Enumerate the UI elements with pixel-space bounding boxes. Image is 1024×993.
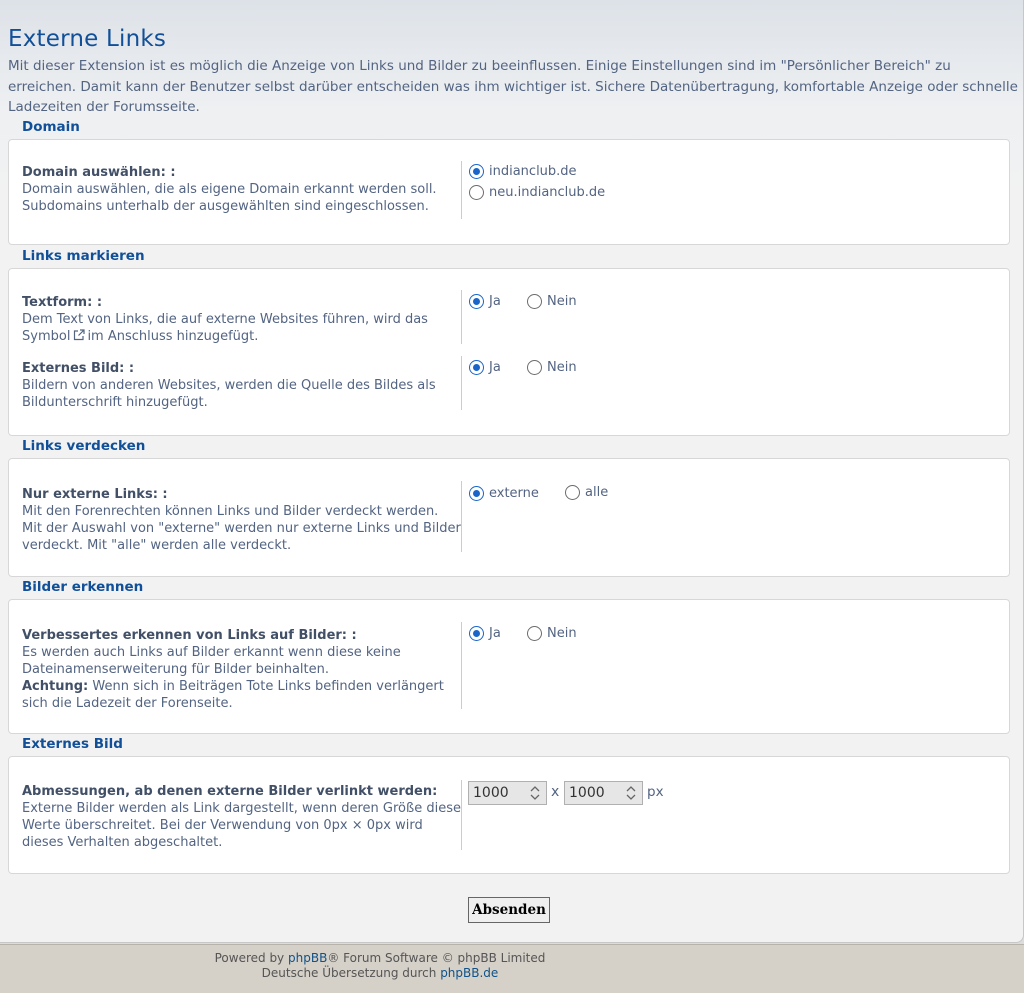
radio-unchecked[interactable]	[527, 360, 542, 375]
legend-domain: Domain	[22, 119, 80, 135]
setting-explain: Bildern von anderen Websites, werden die…	[22, 378, 436, 410]
times-sign: x	[551, 784, 560, 800]
width-value: 1000	[473, 785, 509, 801]
text-yes-option[interactable]: Ja	[469, 294, 501, 309]
radio-unchecked[interactable]	[527, 626, 542, 641]
height-value: 1000	[569, 785, 605, 801]
detect-yes-option[interactable]: Ja	[469, 626, 501, 641]
acp-page: Externe Links Mit dieser Extension ist e…	[0, 0, 1024, 943]
setting-label: Textform: :	[22, 295, 103, 310]
legend-external-image: Externes Bild	[22, 736, 123, 752]
fieldset-domain: Domain Domain auswählen: : Domain auswäh…	[8, 119, 1010, 245]
radio-checked[interactable]	[469, 486, 484, 501]
fieldset-detect-images: Bilder erkennen Verbessertes erkennen vo…	[8, 579, 1010, 734]
setting-explain: Externe Bilder werden als Link dargestel…	[22, 801, 461, 850]
setting-description: Textform: : Dem Text von Links, die auf …	[22, 294, 462, 346]
option-label: Ja	[489, 626, 501, 641]
option-label: Ja	[489, 360, 501, 375]
external-link-icon	[73, 329, 86, 346]
setting-explain: Domain auswählen, die als eigene Domain …	[22, 182, 437, 214]
footer-text: Powered by phpBB® Forum Software © phpBB…	[180, 951, 580, 981]
fieldset-external-image: Externes Bild Abmessungen, ab denen exte…	[8, 736, 1010, 874]
fieldset-hide-links: Links verdecken Nur externe Links: : Mit…	[8, 438, 1010, 577]
option-label: indianclub.de	[489, 164, 577, 179]
radio-checked[interactable]	[469, 626, 484, 641]
radio-checked[interactable]	[469, 294, 484, 309]
setting-explain: Es werden auch Links auf Bilder erkannt …	[22, 645, 401, 677]
option-label: alle	[585, 485, 609, 500]
radio-unchecked[interactable]	[527, 294, 542, 309]
column-separator	[461, 290, 462, 344]
image-yes-option[interactable]: Ja	[469, 360, 501, 375]
option-label: neu.indianclub.de	[489, 185, 606, 200]
option-label: Nein	[547, 626, 577, 641]
height-input[interactable]: 1000	[564, 781, 643, 805]
column-separator	[461, 481, 462, 552]
hide-external-option[interactable]: externe	[469, 486, 539, 501]
warning-label: Achtung:	[22, 679, 89, 694]
radio-unchecked[interactable]	[469, 185, 484, 200]
column-separator	[461, 161, 462, 219]
option-label: Nein	[547, 360, 577, 375]
legend-detect-images: Bilder erkennen	[22, 579, 144, 595]
fieldset-mark-links: Links markieren Textform: : Dem Text von…	[8, 248, 1010, 436]
legend-mark-links: Links markieren	[22, 248, 145, 264]
setting-label: Abmessungen, ab denen externe Bilder ver…	[22, 784, 438, 799]
phpbb-link[interactable]: phpBB	[288, 951, 327, 965]
page-title: Externe Links	[8, 26, 167, 52]
setting-explain-after: im Anschluss hinzugefügt.	[87, 329, 259, 344]
powered-suffix: ® Forum Software © phpBB Limited	[327, 951, 546, 965]
radio-unchecked[interactable]	[565, 485, 580, 500]
setting-description: Verbessertes erkennen von Links auf Bild…	[22, 627, 462, 712]
detect-no-option[interactable]: Nein	[527, 626, 577, 641]
setting-label: Externes Bild: :	[22, 361, 135, 376]
setting-description: Abmessungen, ab denen externe Bilder ver…	[22, 783, 462, 851]
translation-prefix: Deutsche Übersetzung durch	[261, 966, 437, 980]
legend-hide-links: Links verdecken	[22, 438, 146, 454]
image-no-option[interactable]: Nein	[527, 360, 577, 375]
page-intro: Mit dieser Extension ist es möglich die …	[8, 58, 1018, 115]
setting-description: Externes Bild: : Bildern von anderen Web…	[22, 360, 462, 411]
setting-explain: Mit den Forenrechten können Links und Bi…	[22, 504, 461, 553]
hide-all-option[interactable]: alle	[565, 485, 608, 500]
footer: Powered by phpBB® Forum Software © phpBB…	[0, 944, 1024, 993]
footer-translation: Deutsche Übersetzung durch phpBB.de	[180, 966, 580, 981]
option-label: Ja	[489, 294, 501, 309]
footer-powered: Powered by phpBB® Forum Software © phpBB…	[180, 951, 580, 966]
option-label: externe	[489, 486, 539, 501]
domain-option-1[interactable]: indianclub.de	[469, 164, 577, 179]
column-separator	[461, 622, 462, 709]
setting-label: Nur externe Links: :	[22, 487, 168, 502]
setting-label: Verbessertes erkennen von Links auf Bild…	[22, 628, 357, 643]
setting-description: Domain auswählen: : Domain auswählen, di…	[22, 164, 462, 215]
setting-description: Nur externe Links: : Mit den Forenrechte…	[22, 486, 462, 554]
option-label: Nein	[547, 294, 577, 309]
spinner-icon[interactable]	[622, 784, 640, 802]
column-separator	[461, 356, 462, 410]
column-separator	[461, 780, 462, 850]
radio-checked[interactable]	[469, 164, 484, 179]
setting-label: Domain auswählen: :	[22, 165, 176, 180]
unit-label: px	[647, 784, 664, 800]
phpbb-de-link[interactable]: phpBB.de	[440, 966, 498, 980]
domain-option-2[interactable]: neu.indianclub.de	[469, 185, 605, 200]
submit-button[interactable]: Absenden	[468, 897, 550, 923]
radio-checked[interactable]	[469, 360, 484, 375]
text-no-option[interactable]: Nein	[527, 294, 577, 309]
powered-prefix: Powered by	[214, 951, 285, 965]
spinner-icon[interactable]	[526, 784, 544, 802]
width-input[interactable]: 1000	[468, 781, 547, 805]
